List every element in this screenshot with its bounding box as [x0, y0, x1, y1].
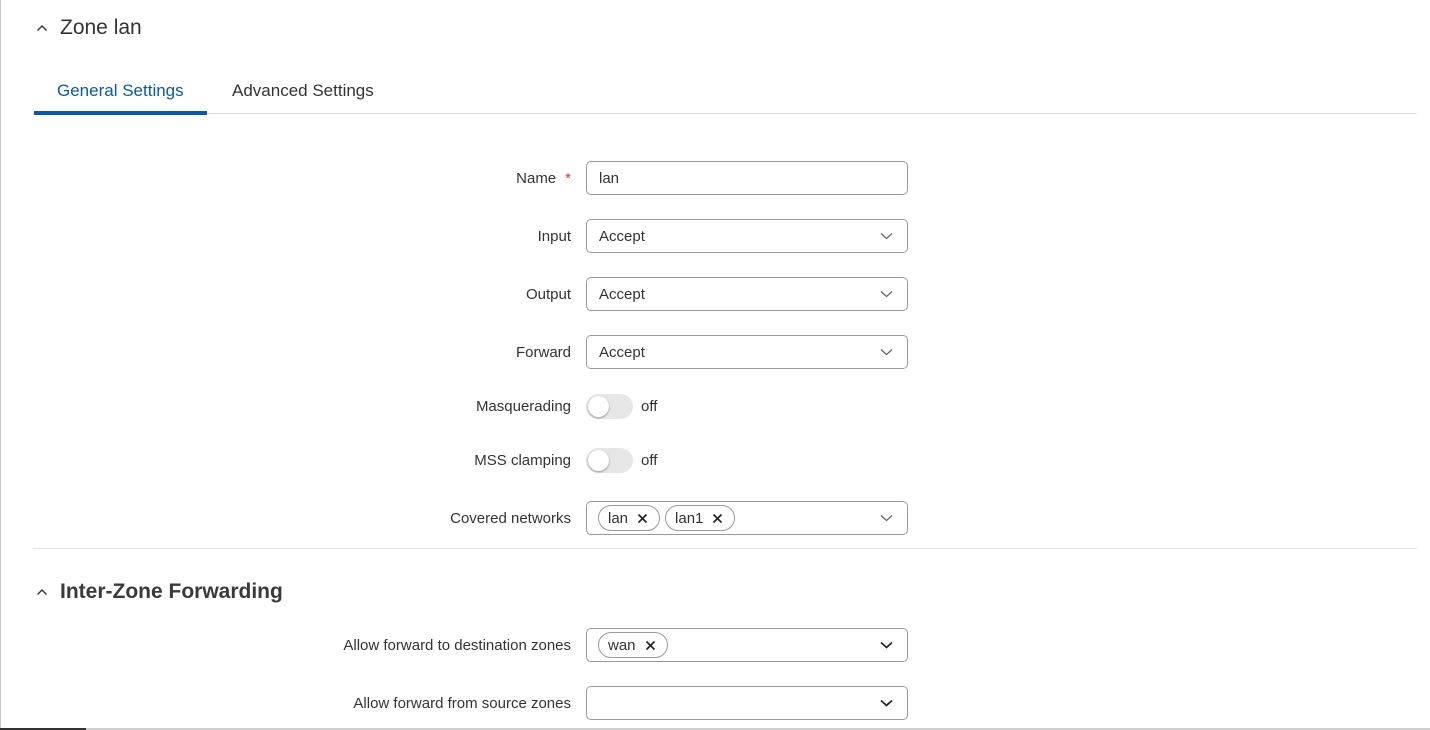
- masquerading-row: Masquerading off: [0, 389, 1430, 423]
- forwarding-section-title: Inter-Zone Forwarding: [60, 580, 283, 603]
- dest-zones-chips: wan: [598, 632, 668, 658]
- chevron-down-icon: [880, 278, 893, 310]
- close-icon[interactable]: [637, 513, 648, 524]
- close-icon[interactable]: [645, 640, 656, 651]
- name-field[interactable]: [586, 161, 908, 195]
- section-divider: [33, 548, 1417, 549]
- mss-clamping-toggle-wrap: off: [586, 443, 657, 477]
- required-mark: *: [565, 169, 571, 187]
- covered-networks-row: Covered networks lan lan1: [0, 501, 1430, 535]
- covered-networks-multiselect[interactable]: lan lan1: [586, 501, 908, 535]
- mss-clamping-toggle[interactable]: [586, 447, 633, 473]
- zone-section-header[interactable]: Zone lan: [34, 11, 142, 45]
- chevron-down-icon: [880, 687, 893, 719]
- dest-zones-row: Allow forward to destination zones wan: [0, 628, 1430, 662]
- output-select-value: Accept: [599, 285, 645, 303]
- covered-networks-label: Covered networks: [450, 509, 571, 527]
- chevron-down-icon: [880, 220, 893, 252]
- forward-select[interactable]: Accept: [586, 335, 908, 369]
- chip-wan: wan: [598, 632, 668, 658]
- chip-label: lan1: [675, 509, 704, 527]
- source-zones-multiselect[interactable]: [586, 686, 908, 720]
- name-label: Name: [516, 169, 557, 187]
- close-icon[interactable]: [712, 513, 723, 524]
- masquerading-label: Masquerading: [475, 397, 571, 415]
- toggle-knob: [588, 395, 609, 417]
- masquerading-toggle[interactable]: [586, 393, 633, 419]
- name-row: Name *: [0, 161, 1430, 195]
- dest-zones-label: Allow forward to destination zones: [343, 636, 571, 654]
- mss-clamping-label: MSS clamping: [474, 451, 571, 469]
- chip-lan1: lan1: [665, 505, 736, 531]
- input-select-value: Accept: [599, 227, 645, 245]
- mss-clamping-row: MSS clamping off: [0, 443, 1430, 477]
- chevron-down-icon: [880, 629, 893, 661]
- forward-row: Forward Accept: [0, 335, 1430, 369]
- chevron-down-icon: [880, 336, 893, 368]
- input-select[interactable]: Accept: [586, 219, 908, 253]
- forward-label: Forward: [515, 343, 571, 361]
- masquerading-toggle-wrap: off: [586, 389, 657, 423]
- chevron-up-icon: [34, 584, 50, 600]
- dest-zones-multiselect[interactable]: wan: [586, 628, 908, 662]
- chevron-down-icon: [880, 502, 893, 534]
- source-zones-label: Allow forward from source zones: [353, 694, 571, 712]
- name-label-wrap: Name *: [516, 161, 571, 195]
- chip-label: wan: [608, 636, 636, 654]
- zone-section-title: Zone lan: [60, 16, 142, 39]
- forwarding-section-header[interactable]: Inter-Zone Forwarding: [34, 575, 283, 609]
- output-row: Output Accept: [0, 277, 1430, 311]
- chevron-up-icon: [34, 20, 50, 36]
- source-zones-row: Allow forward from source zones: [0, 686, 1430, 720]
- settings-tabs: General Settings Advanced Settings: [34, 68, 1417, 115]
- tab-advanced-settings[interactable]: Advanced Settings: [209, 68, 397, 114]
- toggle-knob: [588, 449, 609, 471]
- output-label: Output: [525, 285, 571, 303]
- forward-select-value: Accept: [599, 343, 645, 361]
- input-row: Input Accept: [0, 219, 1430, 253]
- input-label: Input: [537, 227, 571, 245]
- output-select[interactable]: Accept: [586, 277, 908, 311]
- masquerading-state: off: [641, 397, 658, 415]
- chip-lan: lan: [598, 505, 661, 531]
- tab-general-settings[interactable]: General Settings: [34, 68, 207, 115]
- covered-networks-chips: lan lan1: [598, 505, 736, 531]
- mss-clamping-state: off: [641, 451, 658, 469]
- name-input[interactable]: [599, 169, 895, 187]
- chip-label: lan: [608, 509, 629, 527]
